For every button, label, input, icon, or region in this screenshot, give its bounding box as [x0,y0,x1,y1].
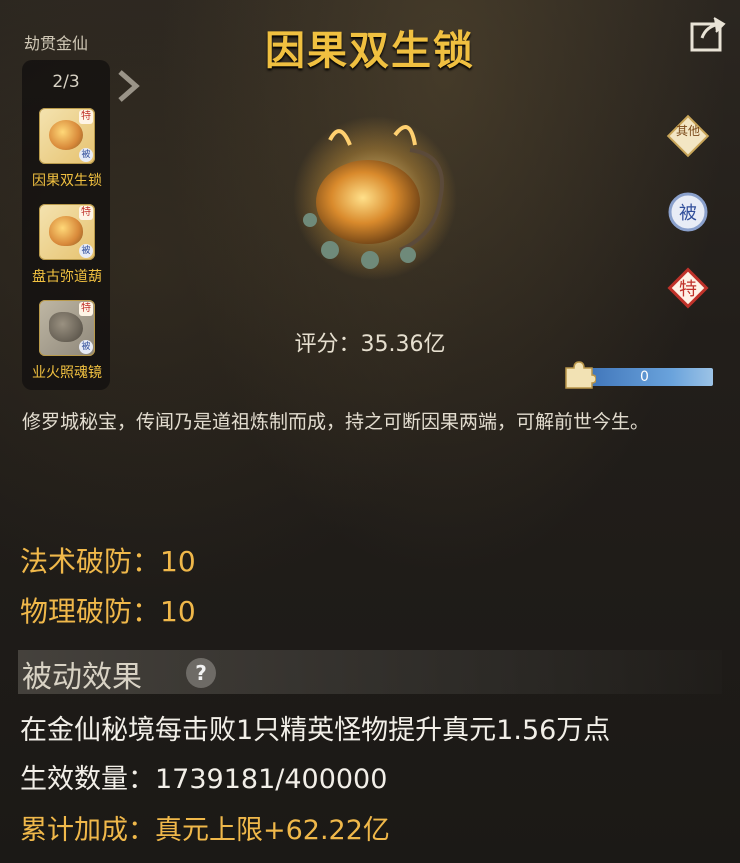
effect-count-row: 生效数量：1739181/400000 [20,757,387,796]
item-thumbnail: 特 被 [39,204,95,260]
passive-tag-label: 被 [679,203,697,224]
special-tag-label: 特 [679,279,697,300]
score-label: 评分：35.36亿 [294,332,446,357]
item-description: 修罗城秘宝，传闻乃是道祖炼制而成，持之可断因果两端，可解前世今生。 [22,411,650,433]
cumulative-bonus-row: 累计加成：真元上限+62.22亿 [20,808,390,847]
progress-value: 0 [640,369,649,385]
puzzle-piece-icon [565,361,596,389]
item-name: 盘古弥道葫 [32,269,102,285]
section-title: 被动效果 [22,660,142,695]
bonus-value: 真元上限+62.22亿 [155,815,390,846]
other-tag-icon[interactable]: 其他 [666,114,710,158]
treasure-artwork [293,116,457,280]
stat-key: 物理破防 [20,595,133,628]
bonus-label: 累计加成： [20,815,155,846]
special-tag-icon[interactable]: 特 [666,266,710,310]
list-item[interactable]: 特 被 因果双生锁 [32,108,102,190]
next-page-arrow-icon[interactable] [116,68,142,104]
page-indicator: 2/3 [52,72,80,92]
list-item[interactable]: 特 被 盘古弥道葫 [32,204,102,286]
stat-value: 10 [160,595,196,628]
stat-value: 10 [160,545,196,578]
count-label: 生效数量： [20,764,155,795]
item-name: 业火照魂镜 [32,365,102,381]
passive-tag-icon[interactable]: 被 [666,190,710,234]
share-icon[interactable] [688,14,728,54]
stat-magic-penetration: 法术破防：10 [20,540,196,580]
passive-effect-text: 在金仙秘境每击败1只精英怪物提升真元1.56万点 [20,715,611,746]
special-badge: 特 [79,302,93,316]
passive-badge: 被 [79,244,93,258]
item-name: 因果双生锁 [32,173,102,189]
passive-badge: 被 [79,148,93,162]
passive-section-header: 被动效果 ? [18,650,722,695]
stat-separator: ： [132,545,161,578]
help-icon[interactable]: ? [186,658,216,688]
item-thumbnail: 特 被 [39,108,95,164]
stat-key: 法术破防 [20,545,133,578]
count-value: 1739181/400000 [155,764,388,795]
stat-physical-penetration: 物理破防：10 [20,590,196,630]
fragment-progress-bar: 0 [576,368,713,386]
item-title: 因果双生锁 [265,28,475,74]
stat-separator: ： [132,595,161,628]
special-badge: 特 [79,110,93,124]
special-badge: 特 [79,206,93,220]
other-tag-label: 其他 [676,124,700,138]
